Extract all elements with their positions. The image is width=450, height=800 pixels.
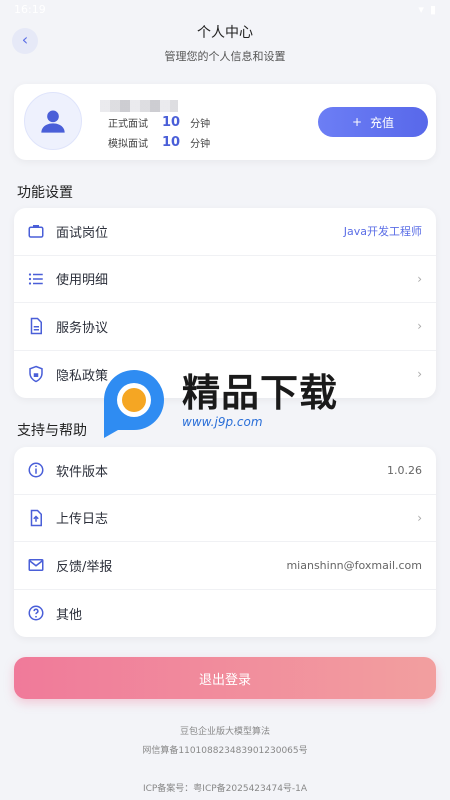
logout-button[interactable]: 退出登录 xyxy=(14,657,436,699)
chevron-right-icon: › xyxy=(417,367,422,382)
settings-item-label: 面试岗位 xyxy=(56,225,109,241)
footer-algorithm-record: 网信算备110108823483901230065号 xyxy=(142,746,308,756)
chevron-right-icon: › xyxy=(417,510,422,525)
footer-icp: ICP备案号：粤ICP备2025423474号-1A xyxy=(142,784,308,794)
settings-list: 面试岗位 Java开发工程师 使用明细 › 服务协议 › 隐私政策 › xyxy=(14,208,436,398)
user-icon xyxy=(41,110,65,133)
chevron-left-icon: ‹ xyxy=(21,30,29,49)
support-item-version[interactable]: 软件版本 1.0.26 xyxy=(14,447,436,495)
shield-lock-icon xyxy=(26,364,46,384)
plus-icon: + xyxy=(351,115,363,129)
info-icon xyxy=(26,460,46,480)
avatar[interactable] xyxy=(24,92,82,150)
briefcase-icon xyxy=(26,221,46,241)
formal-interview-stat: 正式面试 10 分钟 xyxy=(108,115,210,130)
battery-icon: ▮ xyxy=(429,2,436,16)
settings-item-label: 隐私政策 xyxy=(56,368,109,384)
version-value: 1.0.26 xyxy=(387,463,422,477)
feedback-email: mianshinn@foxmail.com xyxy=(286,558,422,572)
support-item-label: 软件版本 xyxy=(56,464,109,480)
support-item-label: 其他 xyxy=(56,607,83,623)
footer-algorithm: 豆包企业版大模型算法 xyxy=(179,727,270,737)
position-value: Java开发工程师 xyxy=(343,225,422,239)
support-item-other[interactable]: 其他 xyxy=(14,590,436,638)
support-section-title: 支持与帮助 xyxy=(17,423,87,439)
settings-item-usage[interactable]: 使用明细 › xyxy=(14,256,436,303)
support-list: 软件版本 1.0.26 上传日志 › 反馈/举报 mianshinn@foxma… xyxy=(14,447,436,637)
chevron-right-icon: › xyxy=(417,271,422,286)
back-button[interactable]: ‹ xyxy=(12,28,38,54)
upload-file-icon xyxy=(26,508,46,528)
settings-item-privacy[interactable]: 隐私政策 › xyxy=(14,351,436,399)
document-icon xyxy=(26,316,46,336)
formal-interview-label: 正式面试 xyxy=(108,119,148,130)
settings-item-position[interactable]: 面试岗位 Java开发工程师 xyxy=(14,208,436,256)
list-icon xyxy=(26,269,46,289)
recharge-label: 充值 xyxy=(370,115,395,130)
status-icons: ▾ ▮ xyxy=(418,3,436,16)
mock-interview-label: 模拟面试 xyxy=(108,139,148,150)
support-item-label: 上传日志 xyxy=(56,512,109,528)
page-subtitle: 管理您的个人信息和设置 xyxy=(164,50,286,63)
status-bar: 16:19 ▾ ▮ xyxy=(0,0,450,18)
page-title: 个人中心 xyxy=(197,25,253,41)
header: ‹ 个人中心 管理您的个人信息和设置 xyxy=(0,18,450,70)
wifi-icon: ▾ xyxy=(418,2,424,16)
mock-interview-value: 10 xyxy=(162,135,181,150)
support-item-feedback[interactable]: 反馈/举报 mianshinn@foxmail.com xyxy=(14,542,436,590)
support-item-upload-log[interactable]: 上传日志 › xyxy=(14,495,436,542)
settings-item-label: 服务协议 xyxy=(56,320,109,336)
mock-interview-stat: 模拟面试 10 分钟 xyxy=(108,135,210,150)
settings-item-terms[interactable]: 服务协议 › xyxy=(14,303,436,351)
recharge-button[interactable]: + 充值 xyxy=(318,107,428,137)
mail-icon xyxy=(26,555,46,575)
profile-card: 正式面试 10 分钟 模拟面试 10 分钟 + 充值 xyxy=(14,84,436,160)
formal-interview-value: 10 xyxy=(162,115,181,130)
chevron-right-icon: › xyxy=(417,319,422,334)
settings-item-label: 使用明细 xyxy=(56,273,109,289)
help-icon xyxy=(26,603,46,623)
watermark-url: www.j9p.com xyxy=(182,415,263,429)
user-name-blurred xyxy=(100,100,178,112)
status-time: 16:19 xyxy=(14,2,46,16)
support-item-label: 反馈/举报 xyxy=(56,559,113,575)
mock-interview-unit: 分钟 xyxy=(190,139,211,150)
settings-section-title: 功能设置 xyxy=(17,185,73,201)
formal-interview-unit: 分钟 xyxy=(190,119,211,130)
